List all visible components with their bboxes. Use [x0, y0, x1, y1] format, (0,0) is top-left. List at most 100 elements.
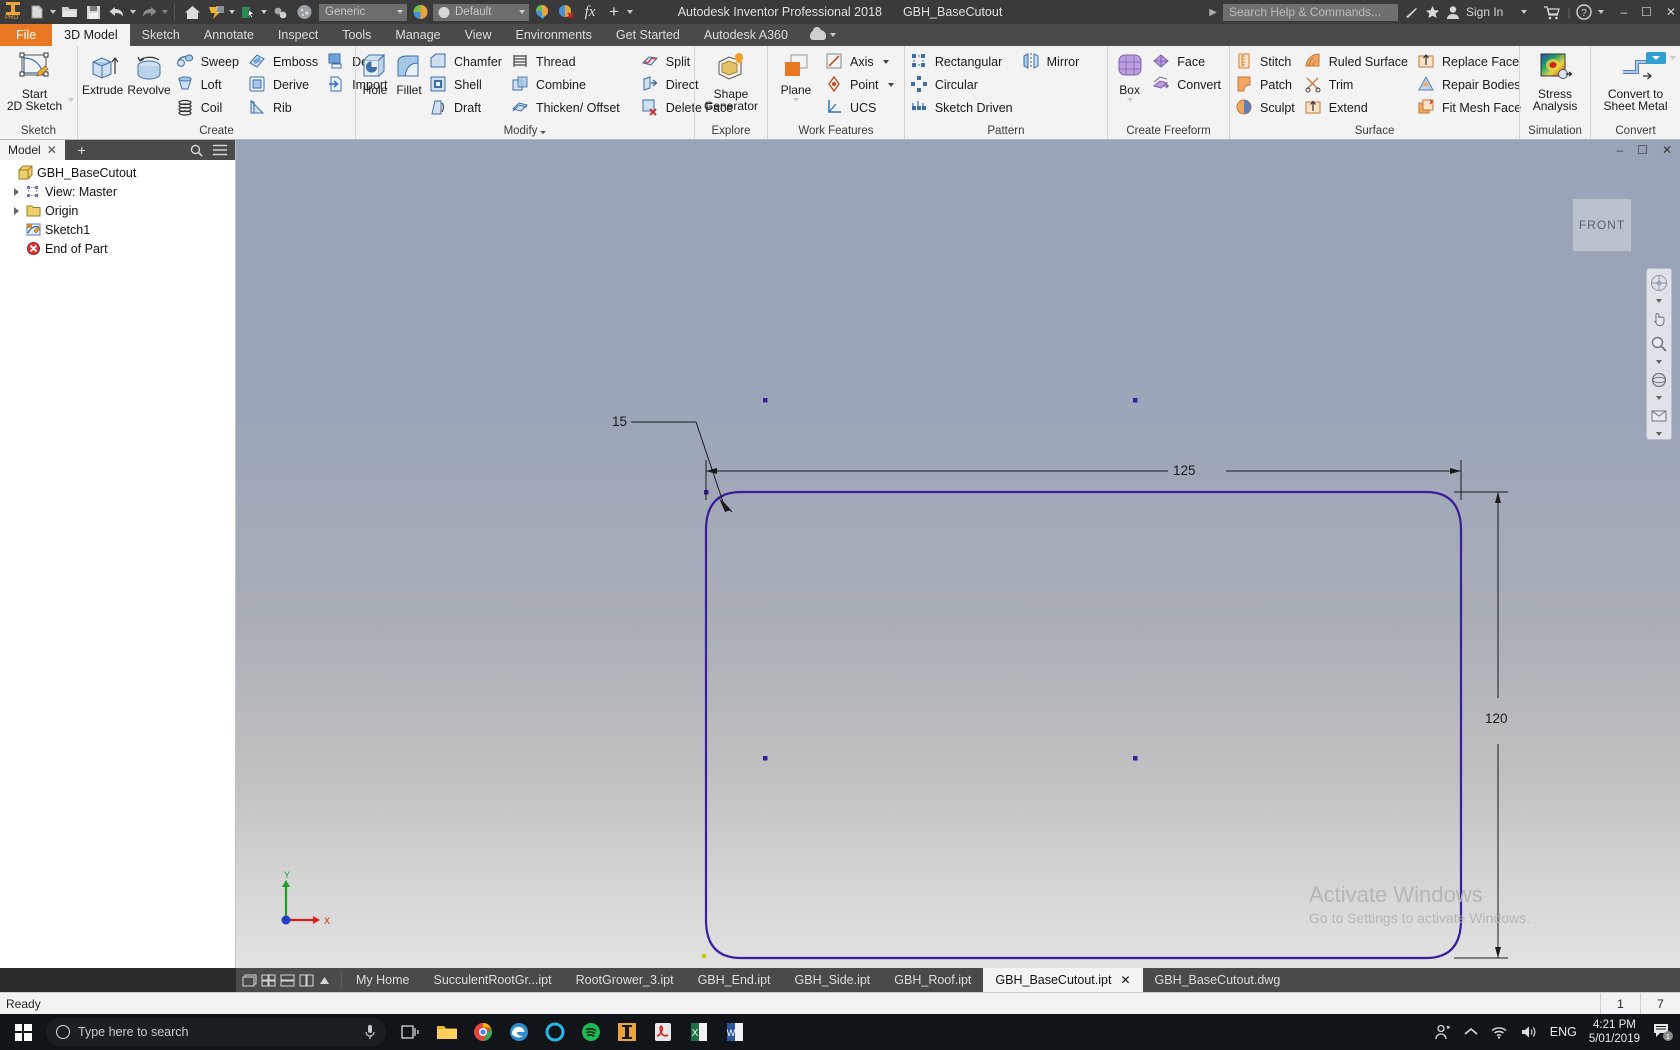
tile-grid-icon[interactable] [261, 974, 276, 987]
doc-tab-gbh-basecutout-dwg[interactable]: GBH_BaseCutout.dwg [1143, 968, 1293, 992]
dimension-value-width[interactable]: 125 [1173, 463, 1196, 478]
hole-button[interactable]: Hole [359, 50, 391, 96]
open-icon[interactable] [58, 1, 80, 23]
browser-tab-model[interactable]: Model ✕ [0, 140, 65, 160]
chevron-down-icon[interactable] [397, 10, 403, 14]
tab-view[interactable]: View [453, 24, 504, 46]
system-tray[interactable]: ENG 4:21 PM 5/01/2019 1 [1434, 1018, 1680, 1046]
add-browser-tab-button[interactable]: + [64, 140, 99, 160]
ribbon-collapse-controls[interactable] [1645, 50, 1676, 66]
chevron-right-icon[interactable] [12, 187, 22, 197]
minimize-button[interactable]: – [1620, 5, 1627, 19]
freeform-box-dropdown-icon[interactable] [1126, 98, 1133, 102]
tab-autodesk-a360[interactable]: Autodesk A360 [692, 24, 800, 46]
undo-dropdown-icon[interactable] [130, 10, 136, 14]
people-icon[interactable] [1434, 1024, 1452, 1040]
tab-annotate[interactable]: Annotate [192, 24, 266, 46]
wifi-icon[interactable] [1490, 1025, 1508, 1039]
ribbon-tab-bar[interactable]: File 3D Model Sketch Annotate Inspect To… [0, 24, 1680, 46]
clear-appearance-icon[interactable] [555, 1, 577, 23]
ribbon-display-dropdown-icon[interactable] [1670, 56, 1676, 60]
doc-tab-gbh-roof[interactable]: GBH_Roof.ipt [882, 968, 983, 992]
update-icon[interactable] [205, 1, 227, 23]
word-icon[interactable]: W [720, 1017, 750, 1047]
home-icon[interactable] [181, 1, 203, 23]
material-icon[interactable] [293, 1, 315, 23]
redo-dropdown-icon[interactable] [162, 10, 168, 14]
dimension-value-height[interactable]: 120 [1485, 711, 1508, 726]
tab-manage[interactable]: Manage [383, 24, 452, 46]
extrude-button[interactable]: Extrude [81, 50, 124, 96]
repair-bodies-button[interactable]: Repair Bodies [1415, 74, 1526, 96]
undo-icon[interactable] [106, 1, 128, 23]
doc-tab-my-home[interactable]: My Home [344, 968, 421, 992]
save-icon[interactable] [82, 1, 104, 23]
revolve-button[interactable]: Revolve [126, 50, 171, 96]
loft-button[interactable]: Loft [174, 74, 244, 96]
point-button[interactable]: Point [823, 74, 899, 96]
tile-vertical-icon[interactable] [299, 974, 314, 987]
restore-button[interactable]: ☐ [1641, 5, 1652, 19]
shell-button[interactable]: Shell [427, 74, 507, 96]
adjust-appearance-icon[interactable] [531, 1, 553, 23]
sculpt-button[interactable]: Sculpt [1233, 97, 1300, 119]
tree-node-view-master[interactable]: View: Master [4, 182, 235, 201]
close-icon[interactable]: ✕ [47, 143, 57, 157]
graphics-canvas[interactable]: – ☐ ✕ FRONT 15 125 120 Y X Activate Wind… [236, 140, 1680, 968]
excel-icon[interactable]: X [684, 1017, 714, 1047]
taskbar-search-input[interactable]: Type here to search [46, 1018, 386, 1046]
appearance-swatch-icon[interactable] [409, 1, 431, 23]
draft-button[interactable]: Draft [427, 97, 507, 119]
windows-taskbar[interactable]: Type here to search X W ENG 4:21 PM 5/01… [0, 1014, 1680, 1050]
add-icon[interactable]: + [603, 1, 625, 23]
acrobat-icon[interactable] [648, 1017, 678, 1047]
tile-cascade-icon[interactable] [242, 974, 257, 987]
sweep-button[interactable]: Sweep [174, 51, 244, 73]
replace-face-button[interactable]: Replace Face [1415, 51, 1526, 73]
emboss-button[interactable]: Emboss [246, 51, 323, 73]
tab-environments[interactable]: Environments [503, 24, 603, 46]
tab-inspect[interactable]: Inspect [266, 24, 330, 46]
chevron-down-icon[interactable] [829, 33, 836, 37]
combine-button[interactable]: Combine [509, 74, 625, 96]
customize-qat-dropdown-icon[interactable] [627, 10, 633, 14]
freeform-face-button[interactable]: Face [1150, 51, 1226, 73]
taskbar-apps[interactable]: X W [396, 1017, 750, 1047]
spotify-icon[interactable] [576, 1017, 606, 1047]
doc-tab-succulent[interactable]: SucculentRootGr...ipt [421, 968, 563, 992]
volume-icon[interactable] [1520, 1025, 1538, 1039]
notifications-icon[interactable]: 1 [1652, 1021, 1674, 1043]
patch-button[interactable]: Patch [1233, 74, 1300, 96]
tab-file[interactable]: File [0, 24, 53, 46]
window-controls[interactable]: – ☐ ✕ [1620, 5, 1676, 19]
chrome-icon[interactable] [468, 1017, 498, 1047]
stitch-button[interactable]: Stitch [1233, 51, 1300, 73]
doc-tab-gbh-end[interactable]: GBH_End.ipt [686, 968, 783, 992]
ruled-surface-button[interactable]: Ruled Surface [1302, 51, 1413, 73]
quick-access-toolbar[interactable]: Generic Default fx + [26, 1, 633, 23]
trim-button[interactable]: Trim [1302, 74, 1413, 96]
tree-node-part[interactable]: GBH_BaseCutout [4, 163, 235, 182]
file-explorer-icon[interactable] [432, 1017, 462, 1047]
dimension-value-radius[interactable]: 15 [612, 414, 627, 429]
tab-tools[interactable]: Tools [330, 24, 383, 46]
derive-button[interactable]: Derive [246, 74, 323, 96]
freeform-convert-button[interactable]: Convert [1150, 74, 1226, 96]
doc-tab-gbh-basecutout-ipt[interactable]: GBH_BaseCutout.ipt ✕ [983, 968, 1143, 992]
inventor-icon[interactable] [612, 1017, 642, 1047]
account-dropdown-icon[interactable] [1521, 10, 1528, 14]
doc-tab-gbh-side[interactable]: GBH_Side.ipt [783, 968, 883, 992]
show-hidden-icons-icon[interactable] [1464, 1027, 1478, 1037]
canvas-restore-button[interactable]: ☐ [1637, 143, 1648, 157]
rib-button[interactable]: Rib [246, 97, 323, 119]
browser-menu-icon[interactable] [213, 144, 227, 156]
thread-button[interactable]: Thread [509, 51, 625, 73]
extend-button[interactable]: Extend [1302, 97, 1413, 119]
start-2d-sketch-button[interactable]: Start 2D Sketch [3, 50, 66, 112]
tab-sketch[interactable]: Sketch [130, 24, 192, 46]
measure-icon[interactable] [269, 1, 291, 23]
clock[interactable]: 4:21 PM 5/01/2019 [1589, 1018, 1640, 1046]
modify-panel-dropdown-icon[interactable] [540, 131, 547, 134]
rectangular-pattern-button[interactable]: Rectangular [908, 51, 1018, 73]
shopping-cart-icon[interactable] [1543, 5, 1561, 20]
